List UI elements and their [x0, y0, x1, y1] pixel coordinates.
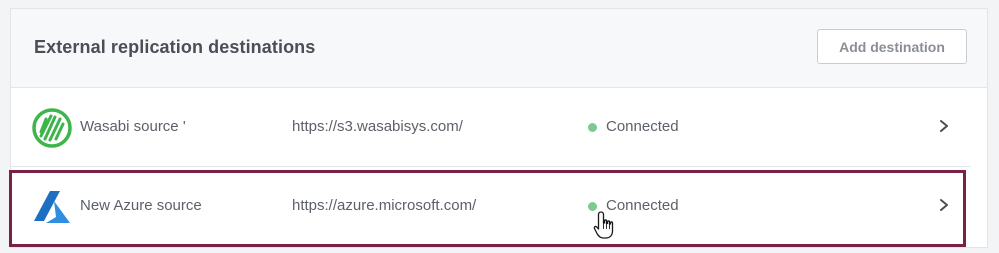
azure-logo-icon: [34, 191, 70, 223]
chevron-right-icon[interactable]: [937, 196, 951, 214]
destination-url: https://s3.wasabisys.com/: [292, 118, 463, 135]
destination-row-azure[interactable]: New Azure source https://azure.microsoft…: [11, 167, 971, 245]
scroll-up-arrow-icon[interactable]: [987, 101, 988, 108]
panel-title: External replication destinations: [34, 37, 316, 57]
list-scrollbar[interactable]: [984, 97, 988, 247]
chevron-right-icon[interactable]: [937, 117, 951, 135]
add-destination-button[interactable]: Add destination: [817, 29, 967, 64]
status-dot-icon: [588, 123, 597, 132]
destination-row-wasabi[interactable]: Wasabi source ' https://s3.wasabisys.com…: [11, 88, 971, 167]
scroll-thumb[interactable]: [987, 155, 988, 233]
destination-status: Connected: [606, 118, 679, 135]
panel-header: External replication destinations Add de…: [11, 9, 987, 88]
destination-name: New Azure source: [80, 197, 202, 214]
wasabi-logo-icon: [32, 108, 72, 148]
replication-destinations-panel: External replication destinations Add de…: [10, 8, 988, 248]
destination-name: Wasabi source ': [80, 118, 186, 135]
hand-pointer-cursor-icon: [593, 211, 614, 239]
scroll-down-arrow-icon[interactable]: [987, 236, 988, 243]
destination-url: https://azure.microsoft.com/: [292, 197, 477, 214]
